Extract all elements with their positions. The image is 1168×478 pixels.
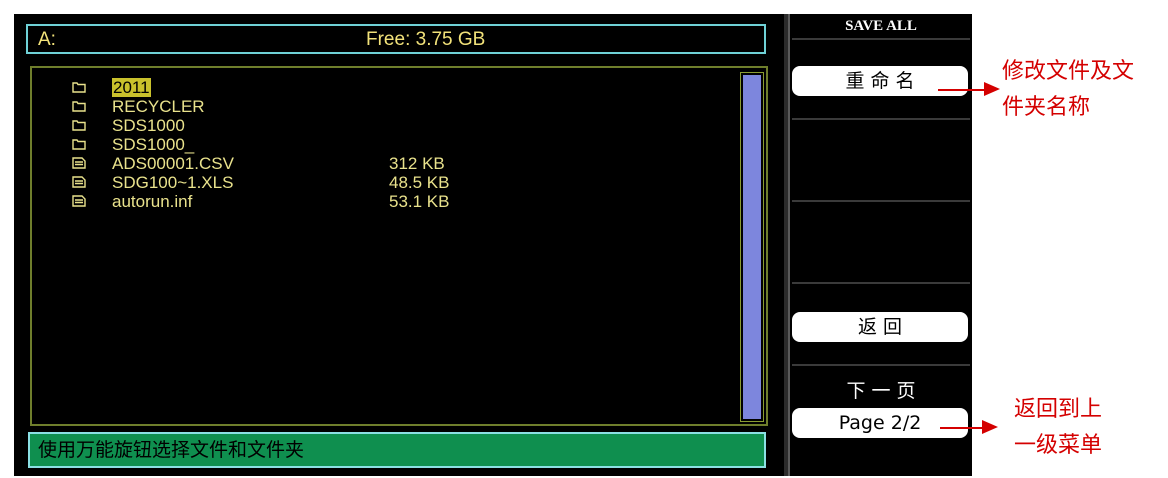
rename-arrow-head: [984, 82, 1000, 96]
file-name: SDS1000_: [112, 135, 195, 154]
folder-icon: [72, 139, 86, 150]
folder-icon: [72, 82, 86, 93]
file-name: SDS1000: [112, 116, 185, 135]
menu-separator: [792, 364, 970, 366]
next-page-button[interactable]: Page 2/2: [792, 408, 968, 438]
menu-separator: [792, 118, 970, 120]
status-bar: 使用万能旋钮选择文件和文件夹: [28, 432, 766, 468]
path-bar: A: Free: 3.75 GB: [26, 24, 766, 54]
menu-title: SAVE ALL: [845, 18, 917, 34]
document-icon: [72, 157, 86, 169]
file-browser: 2011 RECYCLER SDS1000 SDS1000_ ADS00001.…: [30, 66, 768, 426]
back-note-line2: 一级菜单: [1014, 433, 1103, 458]
file-size: 48.5 KB: [389, 173, 450, 192]
file-size: 312 KB: [389, 154, 445, 173]
panel-divider-highlight: [788, 14, 790, 476]
file-name: ADS00001.CSV: [112, 154, 234, 173]
document-icon: [72, 195, 86, 207]
menu-separator: [792, 38, 970, 40]
file-name: 2011: [112, 78, 151, 97]
rename-button[interactable]: 重 命 名: [792, 66, 968, 96]
back-button[interactable]: 返 回: [792, 312, 968, 342]
folder-icon: [72, 101, 86, 112]
free-space-label: Free: 3.75 GB: [366, 29, 486, 50]
rename-arrow-line: [938, 89, 986, 91]
document-icon: [72, 176, 86, 188]
file-name: RECYCLER: [112, 97, 205, 116]
drive-label: A:: [38, 29, 56, 50]
file-name: SDG100~1.XLS: [112, 173, 234, 192]
menu-separator: [792, 282, 970, 284]
file-size: 53.1 KB: [389, 192, 450, 211]
menu-separator: [792, 200, 970, 202]
folder-icon: [72, 120, 86, 131]
rename-note-line2: 件夹名称: [1002, 95, 1091, 120]
scrollbar-thumb[interactable]: [743, 75, 761, 419]
rename-note-line1: 修改文件及文: [1002, 59, 1135, 84]
file-name: autorun.inf: [112, 192, 193, 211]
scrollbar[interactable]: [740, 72, 764, 422]
back-arrow-head: [982, 420, 998, 434]
back-arrow-line: [940, 427, 984, 429]
next-page-label: 下 一 页: [846, 380, 916, 402]
back-note-line1: 返回到上: [1014, 397, 1103, 422]
